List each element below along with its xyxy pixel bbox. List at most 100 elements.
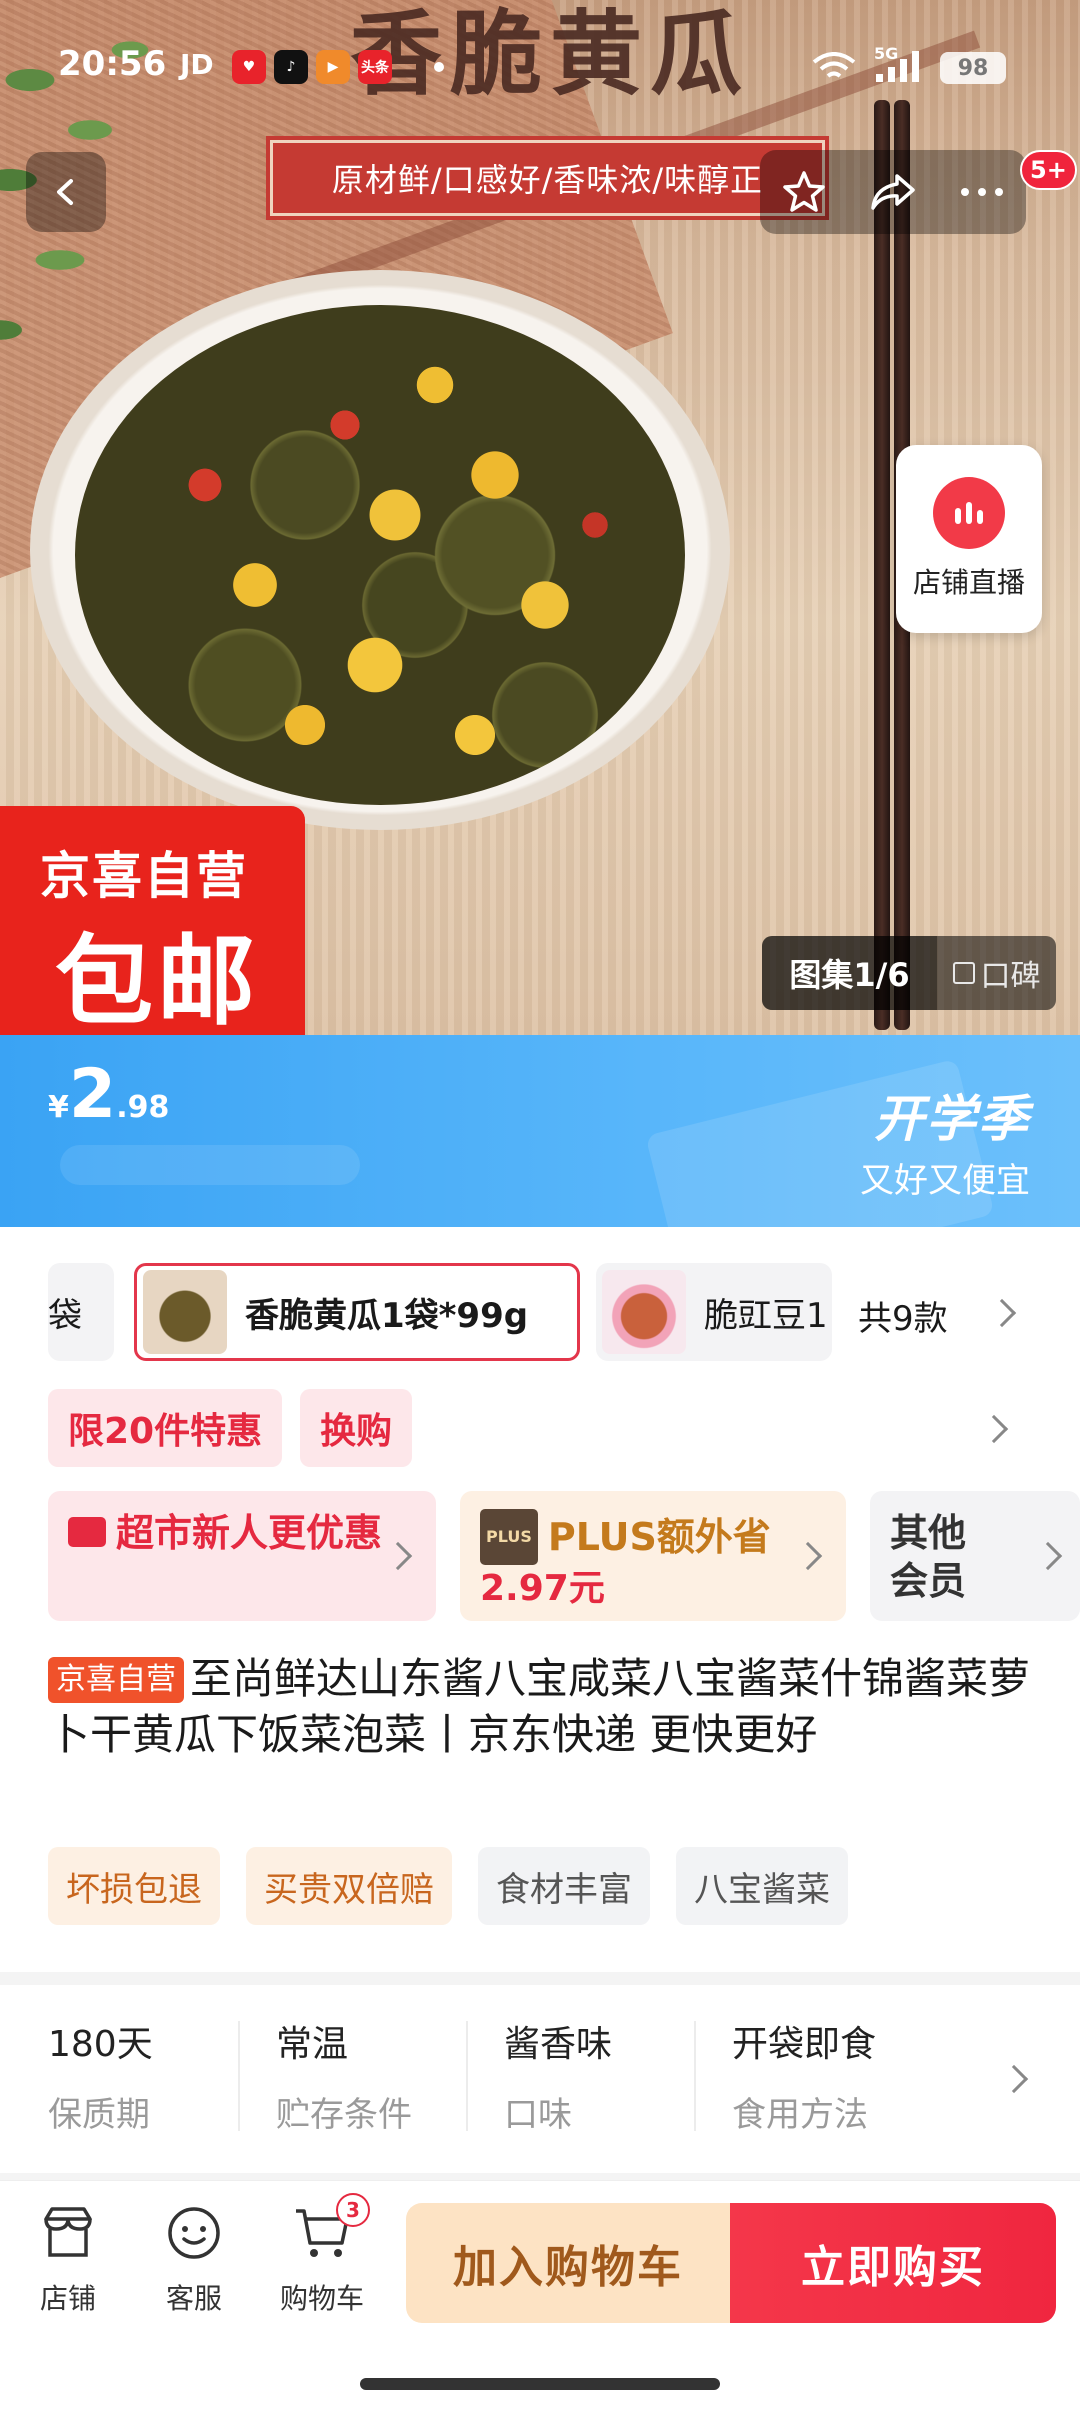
battery-indicator: 98 — [940, 52, 1006, 84]
pickled-cucumber-graphic — [75, 305, 685, 805]
share-button[interactable] — [858, 157, 928, 227]
spec-value: 开袋即食 — [732, 2024, 877, 2065]
feature-tag[interactable]: 八宝酱菜 — [676, 1847, 848, 1925]
variant-label: 香脆黄瓜1袋*99g — [245, 1295, 529, 1336]
reviews-label: 口碑 — [980, 959, 1041, 994]
price-currency: ¥ — [48, 1090, 69, 1125]
wifi-icon — [812, 52, 856, 78]
gallery-tab[interactable]: 图集1/6 — [762, 936, 937, 1010]
buy-now-button[interactable]: 立即购买 — [730, 2203, 1056, 2323]
shop-label: 店铺 — [39, 2282, 96, 2315]
add-to-cart-button[interactable]: 加入购物车 — [406, 2203, 730, 2323]
heart-app-icon: ♥ — [232, 50, 266, 84]
signal-icon — [876, 51, 919, 82]
notification-icons: ♥ ♪ ▶ 头条 — [232, 50, 392, 84]
service-label: 客服 — [165, 2282, 222, 2315]
product-title: 京喜自营 至尚鲜达山东酱八宝咸菜八宝酱菜什锦酱菜萝卜干黄瓜下饭菜泡菜丨京东快递 更… — [48, 1651, 1038, 1763]
campaign-subtitle: 又好又便宜 — [860, 1161, 1030, 1201]
hero-slogan: 原材鲜/口感好/香味浓/味醇正 — [266, 136, 829, 220]
spec-key: 口味 — [504, 2095, 572, 2135]
other-membership-card[interactable]: 其他会员 — [870, 1491, 1080, 1621]
variant-selector: 袋 香脆黄瓜1袋*99g 脆豇豆1 共9款 — [48, 1263, 1048, 1363]
cart-icon: 3 — [292, 2193, 370, 2263]
variant-thumbnail — [143, 1270, 227, 1354]
more-icon — [960, 188, 1003, 196]
spec-item: 常温 贮存条件 — [276, 2015, 496, 2136]
variant-count[interactable]: 共9款 — [858, 1291, 948, 1340]
variant-thumbnail — [602, 1270, 686, 1354]
promo-tag[interactable]: 换购 — [300, 1389, 413, 1467]
live-icon — [933, 477, 1005, 549]
variant-label: 脆豇豆1 — [704, 1295, 828, 1336]
plus-offer-card[interactable]: PLUS PLUS额外省 2.97元 — [460, 1491, 846, 1621]
variant-option[interactable]: 脆豇豆1 — [596, 1263, 832, 1361]
home-indicator[interactable] — [360, 2378, 720, 2390]
gallery-switcher[interactable]: 图集1/6 口碑 — [762, 936, 1056, 1010]
chevron-right-icon — [1033, 1541, 1063, 1571]
campaign-title: 开学季 — [874, 1090, 1030, 1148]
more-button[interactable] — [947, 157, 1017, 227]
product-title-text: 至尚鲜达山东酱八宝咸菜八宝酱菜什锦酱菜萝卜干黄瓜下饭菜泡菜丨京东快递 更快更好 — [48, 1654, 1031, 1759]
douyin-icon: ♪ — [274, 50, 308, 84]
service-tags: 坏损包退 买贵双倍赔 食材丰富 八宝酱菜 — [48, 1847, 848, 1925]
cart-button[interactable]: 3 购物车 — [262, 2193, 382, 2317]
price-integer: 2 — [68, 1055, 117, 1134]
plus-badge: PLUS — [480, 1509, 538, 1565]
toutiao-icon: 头条 — [358, 50, 392, 84]
top-actions — [760, 150, 1026, 234]
promo-tags: 限20件特惠 换购 — [48, 1389, 413, 1467]
variant-option-selected[interactable]: 香脆黄瓜1袋*99g — [134, 1263, 580, 1361]
campaign-label: 开学季 又好又便宜 — [860, 1079, 1030, 1202]
live-label: 店铺直播 — [912, 566, 1025, 599]
promo-tag[interactable]: 限20件特惠 — [48, 1389, 283, 1467]
spec-value: 180天 — [48, 2024, 153, 2065]
status-time: 20:56 — [58, 44, 167, 84]
message-badge: 5+ — [1020, 150, 1077, 190]
store-icon — [38, 2203, 98, 2263]
chopstick-graphic — [874, 100, 890, 1030]
spec-item: 开袋即食 食用方法 — [732, 2015, 952, 2136]
shop-live-button[interactable]: 店铺直播 — [896, 445, 1042, 633]
feature-tag[interactable]: 食材丰富 — [478, 1847, 650, 1925]
smiley-chat-icon — [164, 2203, 224, 2263]
price-banner: ¥ 2 .98 开学季 又好又便宜 — [0, 1035, 1080, 1227]
benefits-row: 超市新人更优惠 PLUS PLUS额外省 2.97元 其他会员 — [48, 1491, 1080, 1621]
status-bar: 20:56 JD ♥ ♪ ▶ 头条 5G 98 — [0, 38, 1080, 98]
customer-service-button[interactable]: 客服 — [134, 2203, 254, 2317]
spec-value: 常温 — [276, 2024, 349, 2065]
service-tag[interactable]: 买贵双倍赔 — [246, 1847, 452, 1925]
spec-item: 180天 保质期 — [48, 2015, 268, 2136]
promo-line2: 包邮 — [55, 925, 260, 1035]
cart-count-badge: 3 — [336, 2193, 370, 2227]
star-icon — [783, 171, 826, 212]
newcomer-offer-label: 超市新人更优惠 — [116, 1511, 383, 1555]
promo-line1: 京喜自营 — [40, 847, 248, 905]
divider — [238, 2021, 240, 2131]
service-tag[interactable]: 坏损包退 — [48, 1847, 220, 1925]
divider — [466, 2021, 468, 2131]
spec-summary[interactable]: 180天 保质期 常温 贮存条件 酱香味 口味 开袋即食 食用方法 — [0, 1985, 1080, 2173]
back-button[interactable] — [26, 152, 106, 232]
plus-offer-amount: 2.97元 — [480, 1568, 605, 1609]
spec-key: 贮存条件 — [276, 2095, 412, 2135]
price: ¥ 2 .98 — [48, 1055, 169, 1134]
banner-decoration — [60, 1145, 360, 1185]
newcomer-offer-card[interactable]: 超市新人更优惠 — [48, 1491, 436, 1621]
divider — [694, 2021, 696, 2131]
other-membership-label: 其他会员 — [890, 1511, 967, 1603]
free-shipping-badge: 京喜自营 包邮 — [0, 806, 305, 1035]
spec-item: 酱香味 口味 — [504, 2015, 724, 2136]
chevron-right-icon[interactable] — [979, 1414, 1009, 1444]
variant-label: 袋 — [48, 1295, 82, 1336]
chevron-right-icon[interactable] — [999, 2064, 1029, 2094]
spec-key: 保质期 — [48, 2095, 150, 2135]
plus-offer-title: PLUS额外省 — [547, 1515, 771, 1559]
favorite-button[interactable] — [769, 157, 839, 227]
spec-key: 食用方法 — [732, 2095, 868, 2135]
video-app-icon: ▶ — [316, 50, 350, 84]
chevron-right-icon[interactable] — [987, 1298, 1017, 1328]
shop-button[interactable]: 店铺 — [8, 2203, 128, 2317]
cart-label: 购物车 — [279, 2282, 364, 2315]
reviews-tab[interactable]: 口碑 — [937, 951, 1056, 995]
variant-option[interactable]: 袋 — [48, 1263, 114, 1361]
